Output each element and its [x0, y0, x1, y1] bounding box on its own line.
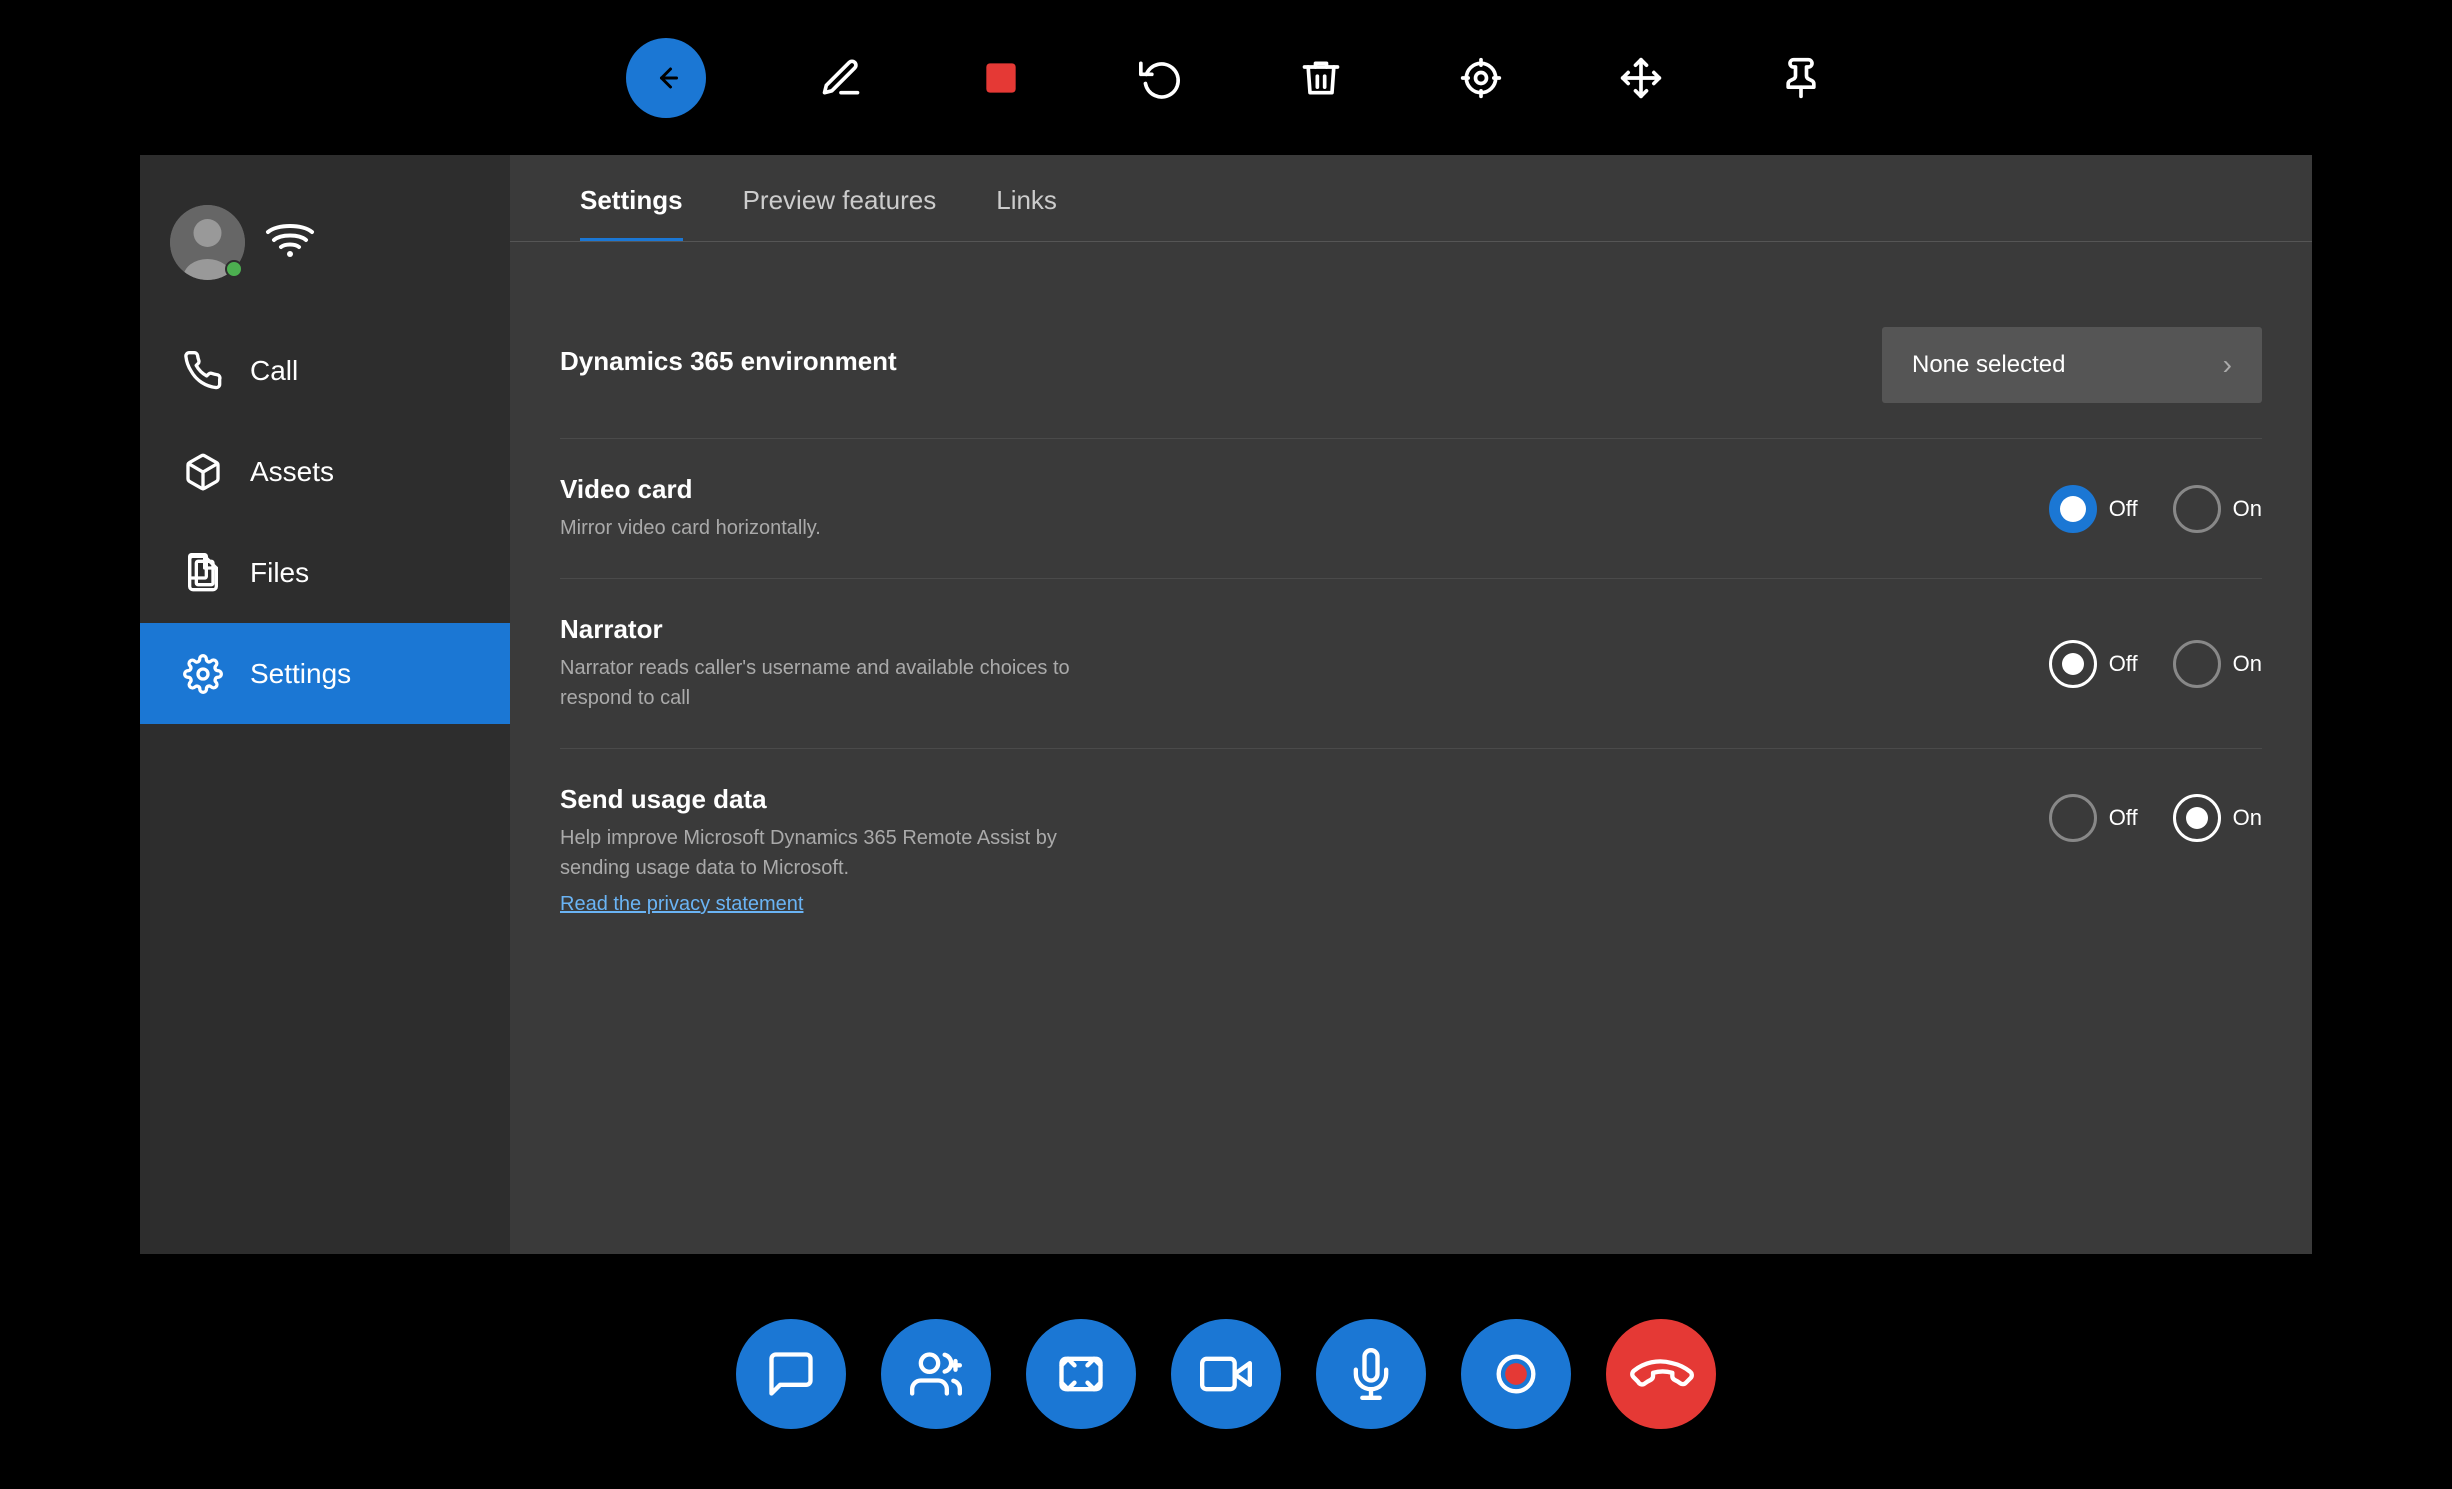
undo-icon[interactable] [1136, 53, 1186, 103]
mic-button[interactable] [1316, 1319, 1426, 1429]
usage-data-off-label: Off [2109, 805, 2138, 831]
record-button[interactable] [1461, 1319, 1571, 1429]
video-card-off-label: Off [2109, 496, 2138, 522]
bottom-toolbar [0, 1259, 2452, 1489]
narrator-off-radio[interactable] [2049, 640, 2097, 688]
narrator-on-option[interactable]: On [2173, 640, 2262, 688]
files-label: Files [250, 557, 309, 589]
move-icon[interactable] [1616, 53, 1666, 103]
usage-data-off-option[interactable]: Off [2049, 794, 2138, 842]
video-button[interactable] [1171, 1319, 1281, 1429]
narrator-off-option[interactable]: Off [2049, 640, 2138, 688]
chevron-right-icon: › [2223, 349, 2232, 381]
video-card-on-radio[interactable] [2173, 485, 2221, 533]
video-card-radio-group: Off On [2049, 485, 2262, 533]
narrator-label: Narrator [560, 614, 2049, 645]
sidebar-item-settings[interactable]: Settings [140, 623, 510, 724]
narrator-on-label: On [2233, 651, 2262, 677]
tab-preview[interactable]: Preview features [713, 155, 967, 241]
environment-label: Dynamics 365 environment [560, 346, 1882, 377]
tab-links[interactable]: Links [966, 155, 1087, 241]
assets-icon [180, 449, 225, 494]
call-icon [180, 348, 225, 393]
video-card-on-label: On [2233, 496, 2262, 522]
usage-data-desc: Help improve Microsoft Dynamics 365 Remo… [560, 823, 1110, 883]
settings-icon [180, 651, 225, 696]
usage-data-off-radio[interactable] [2049, 794, 2097, 842]
usage-data-row: Send usage data Help improve Microsoft D… [560, 749, 2262, 951]
video-card-on-option[interactable]: On [2173, 485, 2262, 533]
video-card-row: Video card Mirror video card horizontall… [560, 439, 2262, 579]
narrator-on-radio[interactable] [2173, 640, 2221, 688]
settings-panel: Settings Preview features Links Dynamics… [510, 155, 2312, 1254]
avatar [170, 205, 245, 280]
settings-content: Dynamics 365 environment None selected ›… [510, 242, 2312, 1254]
connection-icon [265, 219, 315, 267]
tabs-bar: Settings Preview features Links [510, 155, 2312, 242]
usage-data-on-label: On [2233, 805, 2262, 831]
environment-value: None selected [1912, 351, 2065, 379]
video-card-off-option[interactable]: Off [2049, 485, 2138, 533]
narrator-radio-group: Off On [2049, 640, 2262, 688]
usage-data-on-radio[interactable] [2173, 794, 2221, 842]
privacy-link[interactable]: Read the privacy statement [560, 893, 803, 916]
top-toolbar [0, 0, 2452, 155]
assets-label: Assets [250, 456, 334, 488]
sidebar: Call Assets [140, 155, 510, 1254]
sidebar-item-call[interactable]: Call [140, 320, 510, 421]
usage-data-on-option[interactable]: On [2173, 794, 2262, 842]
pin-icon[interactable] [1776, 53, 1826, 103]
narrator-row: Narrator Narrator reads caller's usernam… [560, 579, 2262, 749]
video-card-label: Video card [560, 474, 2049, 505]
screenshot-button[interactable] [1026, 1319, 1136, 1429]
environment-label-group: Dynamics 365 environment [560, 346, 1882, 385]
video-card-label-group: Video card Mirror video card horizontall… [560, 474, 2049, 543]
usage-data-radio-group: Off On [2049, 794, 2262, 842]
chat-button[interactable] [736, 1319, 846, 1429]
tab-settings[interactable]: Settings [550, 155, 713, 241]
end-call-button[interactable] [1606, 1319, 1716, 1429]
video-card-desc: Mirror video card horizontally. [560, 513, 1110, 543]
video-card-off-radio[interactable] [2049, 485, 2097, 533]
sidebar-item-assets[interactable]: Assets [140, 421, 510, 522]
stop-icon[interactable] [976, 53, 1026, 103]
call-label: Call [250, 355, 298, 387]
nav-items: Call Assets [140, 320, 510, 1254]
back-button[interactable] [626, 38, 706, 118]
environment-selector[interactable]: None selected › [1882, 327, 2262, 403]
usage-data-label-group: Send usage data Help improve Microsoft D… [560, 784, 2049, 916]
narrator-desc: Narrator reads caller's username and ava… [560, 653, 1110, 713]
environment-row: Dynamics 365 environment None selected › [560, 292, 2262, 439]
sidebar-item-files[interactable]: Files [140, 522, 510, 623]
online-badge [225, 260, 243, 278]
settings-label: Settings [250, 658, 351, 690]
main-area: Call Assets [140, 155, 2312, 1254]
delete-icon[interactable] [1296, 53, 1346, 103]
location-icon[interactable] [1456, 53, 1506, 103]
pen-icon[interactable] [816, 53, 866, 103]
narrator-off-label: Off [2109, 651, 2138, 677]
user-section [140, 185, 510, 320]
files-icon [180, 550, 225, 595]
narrator-label-group: Narrator Narrator reads caller's usernam… [560, 614, 2049, 713]
usage-data-label: Send usage data [560, 784, 2049, 815]
participants-button[interactable] [881, 1319, 991, 1429]
